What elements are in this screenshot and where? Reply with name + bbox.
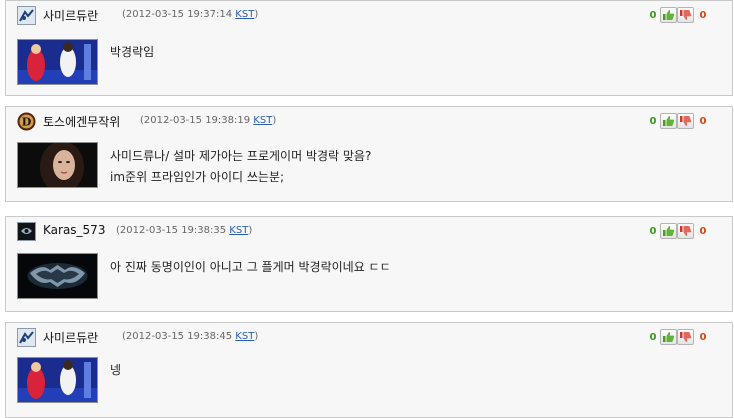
vote-up-button[interactable] xyxy=(660,329,677,345)
comment-header: Karas_573 (2012-03-15 19:38:35 KST) 0 0 xyxy=(6,217,732,243)
comment-header: D 토스에겐무작위 (2012-03-15 19:38:19 KST) 0 0 xyxy=(6,107,732,133)
vote-controls: 0 0 xyxy=(648,111,708,131)
vote-controls: 0 0 xyxy=(648,5,708,25)
thumbs-up-icon xyxy=(663,10,675,20)
comment-timestamp: (2012-03-15 19:38:45 xyxy=(122,331,233,342)
avatar[interactable] xyxy=(17,357,98,403)
vote-down-button[interactable] xyxy=(677,223,694,239)
comment-meta: (2012-03-15 19:38:35 KST) xyxy=(116,225,252,236)
timezone-link[interactable]: KST xyxy=(229,225,248,236)
thumbs-up-icon xyxy=(663,226,675,236)
comment-author[interactable]: 토스에겐무작위 xyxy=(43,113,120,130)
comment: Karas_573 (2012-03-15 19:38:35 KST) 0 0 … xyxy=(5,216,733,312)
comment-meta: (2012-03-15 19:38:19 KST) xyxy=(140,115,276,126)
down-vote-count: 0 xyxy=(699,9,707,21)
diablo-icon[interactable]: D xyxy=(17,112,36,131)
vote-down-button[interactable] xyxy=(677,329,694,345)
down-vote-count: 0 xyxy=(699,225,707,237)
svg-text:D: D xyxy=(22,116,32,129)
vote-up-button[interactable] xyxy=(660,223,677,239)
comment-header: 사미르듀란 (2012-03-15 19:38:45 KST) 0 0 xyxy=(6,323,732,349)
vote-up-button[interactable] xyxy=(660,113,677,129)
comment-header: 사미르듀란 (2012-03-15 19:37:14 KST) 0 0 xyxy=(6,1,732,27)
avatar[interactable] xyxy=(17,142,98,188)
down-vote-count: 0 xyxy=(699,115,707,127)
vote-down-button[interactable] xyxy=(677,7,694,23)
comment-author[interactable]: 사미르듀란 xyxy=(43,329,98,346)
comment-body: 넹 xyxy=(110,360,121,381)
comment: D 토스에겐무작위 (2012-03-15 19:38:19 KST) 0 0 … xyxy=(5,106,733,202)
user-icon[interactable] xyxy=(17,6,36,25)
comment-text-line: 박경락임 xyxy=(110,45,155,59)
vote-controls: 0 0 xyxy=(648,327,708,347)
up-vote-count: 0 xyxy=(649,225,657,237)
meta-close: ) xyxy=(254,9,259,20)
thumbs-down-icon xyxy=(680,332,692,342)
comment-meta: (2012-03-15 19:37:14 KST) xyxy=(122,9,258,20)
comment: 사미르듀란 (2012-03-15 19:37:14 KST) 0 0 박경락임 xyxy=(5,0,733,96)
thumbs-down-icon xyxy=(680,10,692,20)
meta-close: ) xyxy=(248,225,253,236)
timezone-link[interactable]: KST xyxy=(253,115,272,126)
comment-text-line: 사미드류나/ 설마 제가아는 프로게이머 박경락 맞음? xyxy=(110,149,372,163)
comment-timestamp: (2012-03-15 19:38:19 xyxy=(140,115,251,126)
comment-text-line: im준위 프라임인가 아이디 쓰는분; xyxy=(110,170,285,184)
up-vote-count: 0 xyxy=(649,9,657,21)
comment-meta: (2012-03-15 19:38:45 KST) xyxy=(122,331,258,342)
comment-author[interactable]: 사미르듀란 xyxy=(43,7,98,24)
vote-down-button[interactable] xyxy=(677,113,694,129)
down-vote-count: 0 xyxy=(699,331,707,343)
thumbs-up-icon xyxy=(663,332,675,342)
comment: 사미르듀란 (2012-03-15 19:38:45 KST) 0 0 넹 xyxy=(5,322,733,418)
meta-close: ) xyxy=(272,115,277,126)
comment-text-line: 아 진짜 동명이인이 아니고 그 플게머 박경락이네요 ㄷㄷ xyxy=(110,260,391,274)
avatar[interactable] xyxy=(17,253,98,299)
avatar[interactable] xyxy=(17,39,98,85)
comment-body: 박경락임 xyxy=(110,42,154,63)
up-vote-count: 0 xyxy=(649,115,657,127)
comment-author[interactable]: Karas_573 xyxy=(43,223,105,237)
thumbs-down-icon xyxy=(680,226,692,236)
user-icon[interactable] xyxy=(17,328,36,347)
user-icon[interactable] xyxy=(17,222,36,241)
timezone-link[interactable]: KST xyxy=(235,9,254,20)
comment-timestamp: (2012-03-15 19:38:35 xyxy=(116,225,227,236)
thumbs-down-icon xyxy=(680,116,692,126)
comment-text-line: 넹 xyxy=(110,363,122,377)
comment-timestamp: (2012-03-15 19:37:14 xyxy=(122,9,233,20)
comment-body: 사미드류나/ 설마 제가아는 프로게이머 박경락 맞음? im준위 프라임인가 … xyxy=(110,146,371,188)
comment-body: 아 진짜 동명이인이 아니고 그 플게머 박경락이네요 ㄷㄷ xyxy=(110,257,391,278)
thumbs-up-icon xyxy=(663,116,675,126)
meta-close: ) xyxy=(254,331,259,342)
up-vote-count: 0 xyxy=(649,331,657,343)
comment-list: 사미르듀란 (2012-03-15 19:37:14 KST) 0 0 박경락임 xyxy=(0,0,734,418)
timezone-link[interactable]: KST xyxy=(235,331,254,342)
vote-up-button[interactable] xyxy=(660,7,677,23)
vote-controls: 0 0 xyxy=(648,221,708,241)
